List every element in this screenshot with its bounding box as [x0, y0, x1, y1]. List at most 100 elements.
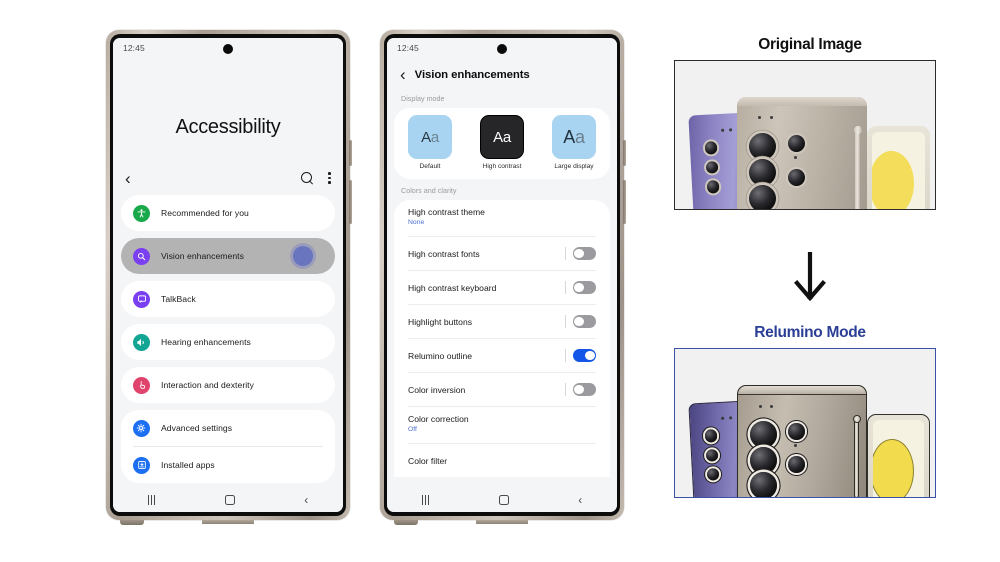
toggle-separator: [565, 315, 566, 328]
chevron-left-icon[interactable]: ‹: [125, 170, 131, 187]
toggle-highlight-buttons[interactable]: [573, 315, 596, 328]
list-item-label: TalkBack: [161, 294, 196, 304]
home-icon[interactable]: [224, 495, 235, 505]
setting-row-high-contrast-theme[interactable]: High contrast theme None: [394, 200, 610, 236]
phone-mockup-accessibility: 12:45 Accessibility ‹ Recommended for yo…: [106, 30, 352, 525]
setting-label: Color filter: [408, 455, 448, 466]
setting-label: High contrast keyboard: [408, 282, 497, 293]
search-icon[interactable]: [301, 171, 314, 185]
section-label-colors-and-clarity: Colors and clarity: [401, 186, 457, 195]
home-icon[interactable]: [498, 495, 509, 505]
display-mode-option-large-display[interactable]: Aa Large display: [550, 115, 598, 170]
original-phones-photo: [675, 61, 935, 209]
toggle-relumino-outline[interactable]: [573, 349, 596, 362]
phone1-bezel: 12:45 Accessibility ‹ Recommended for yo…: [110, 34, 346, 516]
phone-yellow: [867, 126, 930, 209]
section-label-display-mode: Display mode: [401, 94, 445, 103]
setting-label: Color inversion: [408, 384, 466, 395]
list-card-recommended: Recommended for you: [121, 195, 335, 231]
list-item-label: Installed apps: [161, 460, 215, 470]
list-item-label: Vision enhancements: [161, 251, 244, 261]
setting-value: Off: [408, 425, 417, 433]
sidebar-item-installed-apps[interactable]: Installed apps: [121, 447, 335, 483]
status-clock: 12:45: [397, 43, 419, 53]
recents-icon[interactable]: [421, 495, 430, 505]
android-navigation-bar: ‹: [113, 488, 343, 512]
setting-label: Relumino outline: [408, 350, 473, 361]
accessibility-person-icon: [133, 204, 150, 222]
app-toolbar: ‹: [113, 161, 343, 195]
phone-titanium: [737, 96, 868, 209]
speaker-icon: [133, 333, 150, 351]
list-item-label: Interaction and dexterity: [161, 380, 254, 390]
relumino-mode-title: Relumino Mode: [754, 324, 866, 341]
page-title: Vision enhancements: [414, 68, 530, 81]
android-navigation-bar: ‹: [387, 488, 617, 512]
gear-plus-icon: [133, 419, 150, 437]
status-clock: 12:45: [123, 43, 145, 53]
original-image-frame: [674, 60, 936, 210]
setting-row-color-filter[interactable]: Color filter: [394, 444, 610, 477]
speech-bubble-icon: [133, 290, 150, 308]
chevron-left-icon[interactable]: ‹: [400, 66, 406, 83]
toggle-separator: [565, 281, 566, 294]
setting-row-color-correction[interactable]: Color correction Off: [394, 407, 610, 443]
sidebar-item-talkback[interactable]: TalkBack: [121, 281, 335, 317]
toggle-high-contrast-fonts[interactable]: [573, 247, 596, 260]
phone1-screen: 12:45 Accessibility ‹ Recommended for yo…: [113, 38, 343, 512]
display-mode-tile: Aa: [480, 115, 524, 159]
setting-row-high-contrast-keyboard[interactable]: High contrast keyboard: [394, 271, 610, 304]
back-icon[interactable]: ‹: [578, 494, 582, 506]
display-mode-card: Aa Default Aa High contrast Aa Large dis…: [394, 108, 610, 179]
page-header: ‹ Vision enhancements: [387, 58, 617, 92]
display-mode-caption: High contrast: [482, 163, 522, 170]
screenshot-root: 12:45 Accessibility ‹ Recommended for yo…: [0, 0, 1000, 562]
accessibility-list: Recommended for you Vision enhancements: [113, 195, 343, 483]
relumino-image-frame: [674, 348, 936, 498]
page-title: Accessibility: [175, 116, 281, 138]
status-bar: 12:45: [113, 38, 343, 58]
sidebar-item-vision-enhancements[interactable]: Vision enhancements: [121, 238, 335, 274]
display-mode-tile: Aa: [408, 115, 452, 159]
setting-label: Highlight buttons: [408, 316, 473, 327]
phone2-screen: 12:45 ‹ Vision enhancements Display mode…: [387, 38, 617, 512]
recents-icon[interactable]: [147, 495, 156, 505]
display-mode-option-default[interactable]: Aa Default: [406, 115, 454, 170]
sidebar-item-recommended-for-you[interactable]: Recommended for you: [121, 195, 335, 231]
display-mode-caption: Large display: [554, 163, 594, 170]
setting-row-highlight-buttons[interactable]: Highlight buttons: [394, 305, 610, 338]
sidebar-item-interaction-and-dexterity[interactable]: Interaction and dexterity: [121, 367, 335, 403]
list-item-label: Advanced settings: [161, 423, 233, 433]
list-card-hearing: Hearing enhancements: [121, 324, 335, 360]
list-item-label: Hearing enhancements: [161, 337, 251, 347]
sidebar-item-advanced-settings[interactable]: Advanced settings: [121, 410, 335, 446]
toggle-color-inversion[interactable]: [573, 383, 596, 396]
down-arrow-icon: [660, 251, 960, 309]
toggle-separator: [565, 349, 566, 362]
relumino-phones-photo: [675, 349, 935, 497]
setting-value: None: [408, 218, 425, 226]
phone2-bezel: 12:45 ‹ Vision enhancements Display mode…: [384, 34, 620, 516]
setting-label: High contrast theme: [408, 207, 485, 217]
eye-search-icon: [133, 247, 150, 265]
back-icon[interactable]: ‹: [304, 494, 308, 506]
setting-row-relumino-outline[interactable]: Relumino outline: [394, 339, 610, 372]
list-card-vision: Vision enhancements: [121, 238, 335, 274]
camera-punch-hole-icon: [497, 44, 507, 54]
kebab-menu-icon[interactable]: [328, 172, 331, 184]
setting-row-color-inversion[interactable]: Color inversion: [394, 373, 610, 406]
camera-punch-hole-icon: [223, 44, 233, 54]
phone-mockup-vision-enhancements: 12:45 ‹ Vision enhancements Display mode…: [380, 30, 626, 525]
phone-yellow: [867, 414, 930, 497]
toggle-high-contrast-keyboard[interactable]: [573, 281, 596, 294]
list-card-talkback: TalkBack: [121, 281, 335, 317]
setting-label: Color correction: [408, 414, 469, 424]
display-mode-option-high-contrast[interactable]: Aa High contrast: [478, 115, 526, 170]
sidebar-item-hearing-enhancements[interactable]: Hearing enhancements: [121, 324, 335, 360]
toggle-separator: [565, 247, 566, 260]
setting-row-high-contrast-fonts[interactable]: High contrast fonts: [394, 237, 610, 270]
settings-list: High contrast theme None High contrast f…: [394, 200, 610, 477]
toggle-separator: [565, 383, 566, 396]
display-mode-tile: Aa: [552, 115, 596, 159]
original-image-title: Original Image: [758, 36, 862, 53]
